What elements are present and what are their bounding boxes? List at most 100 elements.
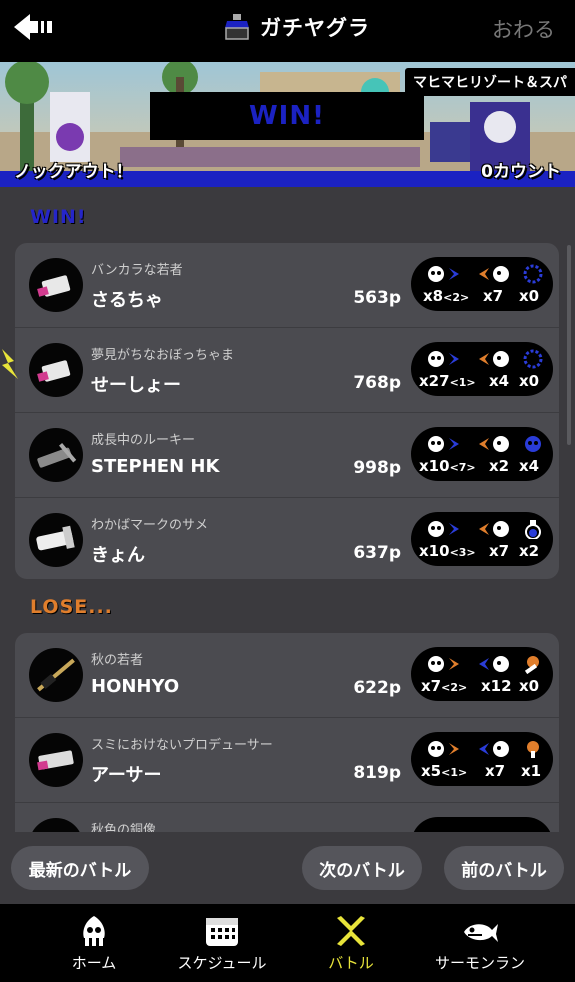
player-row[interactable]: 成長中のルーキー STEPHEN HK 998p x10<7> x2 x4	[15, 413, 559, 498]
kill-count: x8<2>	[423, 287, 470, 305]
player-stats: x5<1> x7 x1	[411, 732, 553, 786]
tab-label: ホーム	[71, 954, 117, 972]
special-count: x7	[483, 287, 504, 305]
player-name: きょん	[91, 545, 145, 566]
player-row[interactable]: スミにおけないプロデューサー アーサー 819p x5<1> x7 x1	[15, 718, 559, 803]
kill-count: x5<1>	[421, 762, 468, 780]
next-battle-button[interactable]: 次のバトル	[302, 846, 422, 890]
player-name: さるちゃ	[91, 290, 163, 311]
bomb-icon	[523, 349, 543, 369]
player-row[interactable]: わかばマークのサメ きょん 637p x10<3> x7 x2	[15, 498, 559, 579]
special-icon	[479, 266, 509, 282]
turf-points: 768p	[353, 373, 401, 393]
player-stats: x10<7> x2 x4	[411, 427, 553, 481]
turf-points: 563p	[353, 288, 401, 308]
tower-control-icon	[225, 14, 249, 40]
kill-count: x10<3>	[419, 542, 476, 560]
player-stats: x27<1> x4 x0	[411, 342, 553, 396]
special-count: x2	[489, 457, 510, 475]
win-section-label: WIN!	[30, 206, 87, 228]
salmon-icon	[464, 924, 498, 942]
weapon-icon	[29, 343, 83, 397]
player-title: 成長中のルーキー	[91, 433, 196, 448]
header-title-group: ガチヤグラ	[222, 8, 370, 46]
tab-home[interactable]: ホーム	[24, 914, 164, 978]
sprinkler-icon	[527, 741, 539, 758]
special-icon	[479, 656, 509, 672]
kill-icon	[428, 266, 459, 282]
special-icon	[479, 436, 509, 452]
kill-icon	[428, 521, 459, 537]
player-row[interactable]: バンカラな若者 さるちゃ 563p x8<2> x7 x0	[15, 243, 559, 328]
player-row[interactable]: 秋の若者 HONHYO 622p x7<2> x12 x0	[15, 633, 559, 718]
battle-icon	[337, 916, 365, 946]
tab-schedule[interactable]: スケジュール	[152, 914, 292, 978]
player-stats: x10<3> x7 x2	[411, 512, 553, 566]
kill-count: x27<1>	[419, 372, 476, 390]
player-title: バンカラな若者	[91, 263, 183, 278]
turf-points: 622p	[353, 678, 401, 698]
player-stats: x7<2> x12 x0	[411, 647, 553, 701]
weapon-icon	[29, 258, 83, 312]
special-icon	[479, 521, 509, 537]
player-stats: x8<2> x7 x0	[411, 257, 553, 311]
latest-battle-button[interactable]: 最新のバトル	[11, 846, 149, 890]
lose-section-label: LOSE...	[30, 596, 113, 618]
tab-label: スケジュール	[177, 954, 267, 972]
sub-count: x0	[519, 287, 540, 305]
bomb-icon	[523, 264, 543, 284]
player-name: STEPHEN HK	[91, 456, 220, 477]
weapon-icon	[29, 428, 83, 482]
ink-mine-icon	[525, 436, 541, 452]
win-team-card: バンカラな若者 さるちゃ 563p x8<2> x7 x0 夢見がちなおぼっちゃ…	[15, 243, 559, 579]
special-count: x7	[485, 762, 506, 780]
result-banner: WIN!	[150, 92, 424, 140]
tab-label: バトル	[328, 954, 374, 972]
sub-count: x0	[519, 372, 540, 390]
scrollbar[interactable]	[567, 245, 571, 445]
exit-button[interactable]: おわる	[492, 14, 555, 44]
back-arrow-icon	[14, 14, 52, 40]
player-name: アーサー	[91, 765, 162, 786]
turf-points: 998p	[353, 458, 401, 478]
top-bar: ガチヤグラ おわる	[0, 0, 575, 62]
result-detail: ノックアウト！	[14, 162, 133, 182]
stage-name: マヒマヒリゾート＆スパ	[405, 68, 575, 96]
tab-bar: ホーム スケジュール バトル サーモンラン	[0, 904, 575, 982]
prev-battle-button[interactable]: 前のバトル	[444, 846, 564, 890]
potion-icon	[525, 520, 541, 539]
kill-count: x7<2>	[421, 677, 468, 695]
tab-battle[interactable]: バトル	[281, 914, 421, 978]
kill-count: x10<7>	[419, 457, 476, 475]
kill-icon	[428, 351, 459, 367]
weapon-icon	[29, 648, 83, 702]
sub-count: x2	[519, 542, 540, 560]
player-name: HONHYO	[91, 676, 180, 697]
player-row[interactable]: 夢見がちなおぼっちゃま せーしょー 768p x27<1> x4 x0	[15, 328, 559, 413]
back-button[interactable]	[12, 10, 56, 44]
player-title: 秋の若者	[91, 653, 144, 668]
hammer-icon	[524, 656, 539, 674]
special-count: x7	[489, 542, 510, 560]
sub-count: x0	[519, 677, 540, 695]
kill-icon	[428, 436, 459, 452]
weapon-icon	[29, 513, 83, 567]
squid-icon	[83, 916, 105, 946]
special-count: x12	[481, 677, 512, 695]
player-title: わかばマークのサメ	[91, 518, 209, 533]
kill-icon	[428, 656, 459, 672]
player-name: せーしょー	[91, 375, 181, 396]
tab-label: サーモンラン	[434, 954, 525, 972]
kill-icon	[428, 741, 459, 757]
sub-count: x1	[521, 762, 542, 780]
calendar-icon	[206, 918, 238, 946]
tab-salmon-run[interactable]: サーモンラン	[410, 914, 550, 978]
battle-nav-bar: 最新のバトル 次のバトル 前のバトル	[0, 832, 575, 904]
player-title: 夢見がちなおぼっちゃま	[91, 348, 235, 363]
special-icon	[479, 351, 509, 367]
self-indicator-icon	[2, 349, 18, 379]
sub-count: x4	[519, 457, 540, 475]
special-icon	[479, 741, 509, 757]
weapon-icon	[29, 733, 83, 787]
result-text: WIN!	[249, 101, 325, 131]
